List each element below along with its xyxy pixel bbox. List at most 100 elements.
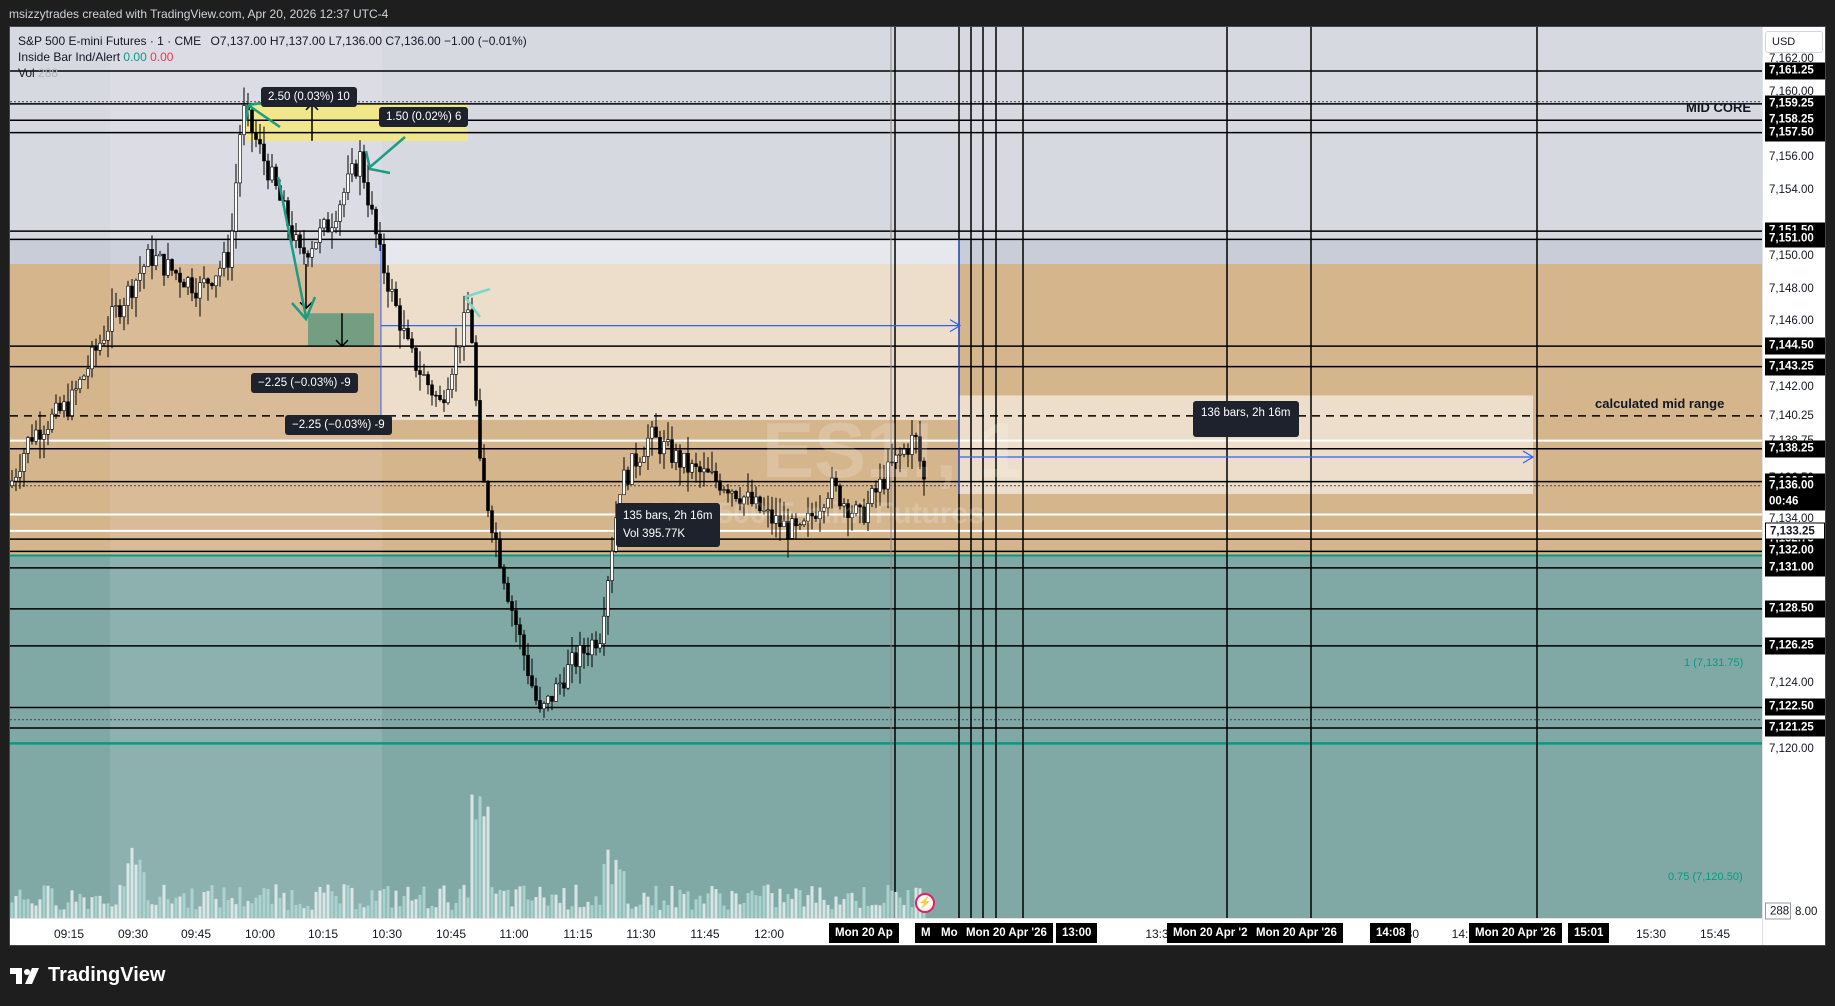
price-level-tag[interactable]: 7,138.25 — [1765, 440, 1825, 458]
price-level-tag[interactable]: 7,144.50 — [1765, 337, 1825, 355]
volume-bar — [738, 904, 742, 918]
candle-body — [726, 489, 730, 494]
time-marker-tag[interactable]: Mon 20 Apr '26 — [1250, 923, 1343, 943]
price-level-tag[interactable]: 7,126.25 — [1765, 637, 1825, 655]
candle-body — [550, 695, 554, 702]
bolt-icon[interactable]: ⚡ — [915, 893, 935, 913]
volume-bar — [690, 909, 694, 918]
candle-body — [266, 160, 270, 181]
volume-bar — [406, 886, 410, 918]
candle-body — [78, 379, 82, 390]
time-marker-tag[interactable]: Mon 20 Apr '26 — [960, 923, 1053, 943]
candle-body — [18, 471, 22, 478]
candle-body — [546, 695, 550, 704]
candle-body — [394, 288, 398, 306]
price-range-measure-1[interactable]: 2.50 (0.03%) 10 — [261, 87, 357, 107]
candle-body — [238, 134, 242, 184]
price-level-tag[interactable]: 7,121.25 — [1765, 719, 1825, 737]
price-level-tag[interactable]: 7,131.00 — [1765, 559, 1825, 577]
volume-bar — [62, 909, 66, 918]
price-axis[interactable]: USD 7,162.00 7,160.00 7,156.00 7,154.00 7,15… — [1762, 27, 1825, 945]
price-level-tag[interactable]: 7,157.50 — [1765, 124, 1825, 142]
price-level-tag[interactable]: 7,159.25 — [1765, 95, 1825, 113]
volume-bar — [562, 888, 566, 918]
volume-bar — [38, 899, 42, 918]
green-measure-box — [308, 313, 374, 347]
candle-body — [30, 437, 34, 442]
time-axis[interactable]: 09:15 09:30 09:45 10:00 10:15 10:30 10:45 11:00… — [10, 918, 1762, 945]
candle-body — [86, 368, 90, 377]
candle-body — [390, 288, 394, 292]
candle-body — [450, 374, 454, 390]
calculated-mid-range-label[interactable]: calculated mid range — [1595, 396, 1724, 411]
candle-body — [98, 342, 102, 351]
volume-bar — [794, 888, 798, 918]
volume-bar — [582, 906, 586, 918]
candle-body — [134, 279, 138, 298]
price-level-tag[interactable]: 7,132.00 — [1765, 542, 1825, 560]
price-level-tag[interactable]: 7,143.25 — [1765, 358, 1825, 376]
volume-bar — [766, 884, 770, 918]
symbol-watermark: ES1!, 1 — [762, 406, 1023, 494]
volume-bar — [146, 900, 150, 918]
candle-body — [198, 282, 202, 299]
candle-body — [154, 255, 158, 266]
time-marker-tag[interactable]: 13:00 — [1056, 923, 1098, 943]
volume-bar — [150, 904, 154, 918]
price-level-tag[interactable]: 7,151.00 — [1765, 230, 1825, 248]
tradingview-logo[interactable]: TradingView — [10, 964, 165, 987]
volume-bar — [606, 849, 610, 918]
volume-bar — [50, 888, 54, 918]
candle-body — [110, 306, 114, 332]
volume-bar — [310, 909, 314, 918]
volume-bar — [234, 904, 238, 918]
volume-bar — [522, 885, 526, 918]
candle-body — [330, 227, 334, 233]
legend-volume-name[interactable]: Vol — [18, 66, 35, 80]
volume-bar — [834, 896, 838, 918]
price-level-tag[interactable]: 7,136.00 — [1765, 477, 1825, 495]
legend-indicator-value-2: 0.00 — [150, 50, 174, 64]
volume-bar — [46, 885, 50, 918]
price-level-tag[interactable]: 7,161.25 — [1765, 62, 1825, 80]
volume-bar — [566, 909, 570, 918]
time-marker-tag[interactable]: M — [915, 923, 937, 943]
candle-body — [434, 394, 438, 397]
chart-pane[interactable]: S&P 500 E-mini Futures · 1 · CME O7,137.… — [10, 27, 1762, 918]
legend-indicator-name[interactable]: Inside Bar Ind/Alert — [18, 50, 120, 64]
session-shade — [110, 27, 382, 918]
volume-bar — [266, 889, 270, 918]
currency-selector[interactable]: USD — [1765, 31, 1823, 53]
price-range-measure-2[interactable]: 1.50 (0.02%) 6 — [379, 107, 469, 127]
date-range-label-2[interactable]: 136 bars, 2h 16m — [1193, 401, 1299, 437]
price-level-tag-white[interactable]: 7,133.25 — [1765, 522, 1825, 540]
legend-symbol[interactable]: S&P 500 E-mini Futures · 1 · CME — [18, 34, 201, 48]
price-range-measure-4[interactable]: −2.25 (−0.03%) -9 — [285, 415, 392, 435]
date-price-range-label[interactable]: 135 bars, 2h 16m Vol 395.77K — [616, 503, 720, 547]
candle-body — [298, 234, 302, 248]
time-marker-tag[interactable]: 15:01 — [1568, 923, 1610, 943]
price-level-tag[interactable]: 7,122.50 — [1765, 698, 1825, 716]
candle-body — [218, 267, 222, 277]
volume-bar — [118, 885, 122, 918]
mid-core-label[interactable]: MID CORE — [1686, 100, 1751, 115]
candle-body — [342, 192, 346, 206]
time-marker-tag[interactable]: Mon 20 Apr '2 — [1167, 923, 1254, 943]
volume-bar — [498, 889, 502, 918]
candle-body — [10, 480, 14, 487]
candle-body — [454, 346, 458, 375]
price-range-measure-3[interactable]: −2.25 (−0.03%) -9 — [251, 373, 358, 393]
candle-body — [466, 309, 470, 313]
volume-bar — [386, 886, 390, 918]
volume-bar — [78, 893, 82, 918]
volume-bar — [446, 902, 450, 918]
candle-body — [46, 429, 50, 435]
price-level-tag[interactable]: 7,128.50 — [1765, 600, 1825, 618]
time-marker-tag[interactable]: 14:08 — [1370, 923, 1412, 943]
time-marker-tag[interactable]: Mon 20 Apr '26 — [1469, 923, 1562, 943]
time-marker-tag[interactable]: Mon 20 Ap — [829, 923, 899, 943]
candle-body — [490, 510, 494, 534]
candle-body — [666, 439, 670, 442]
volume-bar — [842, 899, 846, 918]
volume-bar — [70, 890, 74, 918]
